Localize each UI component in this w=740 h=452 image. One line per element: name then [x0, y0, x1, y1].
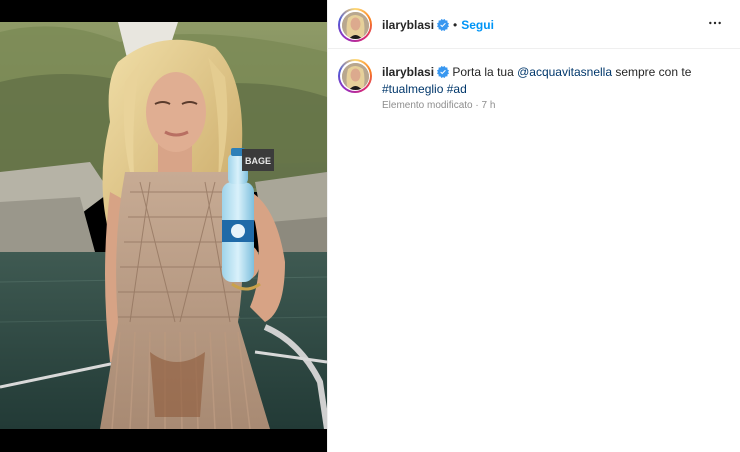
caption-text-middle: sempre con te [612, 65, 692, 79]
photo-illustration: BAGE [0, 22, 327, 429]
separator-dot: • [453, 18, 458, 32]
avatar[interactable] [338, 8, 372, 42]
verified-badge-icon [437, 66, 450, 78]
caption-avatar[interactable] [338, 59, 372, 93]
sign-text: BAGE [245, 156, 271, 166]
follow-button[interactable]: Segui [461, 18, 494, 32]
post-sidebar: ilaryblasi • Segui ilaryblasi Porta la t… [327, 0, 740, 452]
caption-text: ilaryblasi Porta la tua @acquavitasnella… [382, 64, 722, 98]
caption-mention-link[interactable]: @acquavitasnella [517, 65, 612, 79]
caption-text-before: Porta la tua [452, 65, 518, 79]
post-photo[interactable]: BAGE [0, 22, 327, 429]
caption-username[interactable]: ilaryblasi [382, 65, 434, 79]
caption-avatar-photo [341, 62, 369, 90]
post-meta: Elemento modificato · 7 h [382, 100, 496, 111]
post-username[interactable]: ilaryblasi [382, 18, 434, 32]
avatar-photo [341, 11, 369, 39]
post-header: ilaryblasi • Segui [328, 0, 740, 49]
verified-badge-icon [437, 19, 450, 31]
header-user-row: ilaryblasi • Segui [382, 16, 494, 34]
post-media-panel: BAGE [0, 0, 327, 452]
more-options-icon[interactable] [707, 15, 723, 31]
hashtag-link[interactable]: #tualmeglio [382, 82, 443, 96]
hashtag-link[interactable]: #ad [447, 82, 467, 96]
